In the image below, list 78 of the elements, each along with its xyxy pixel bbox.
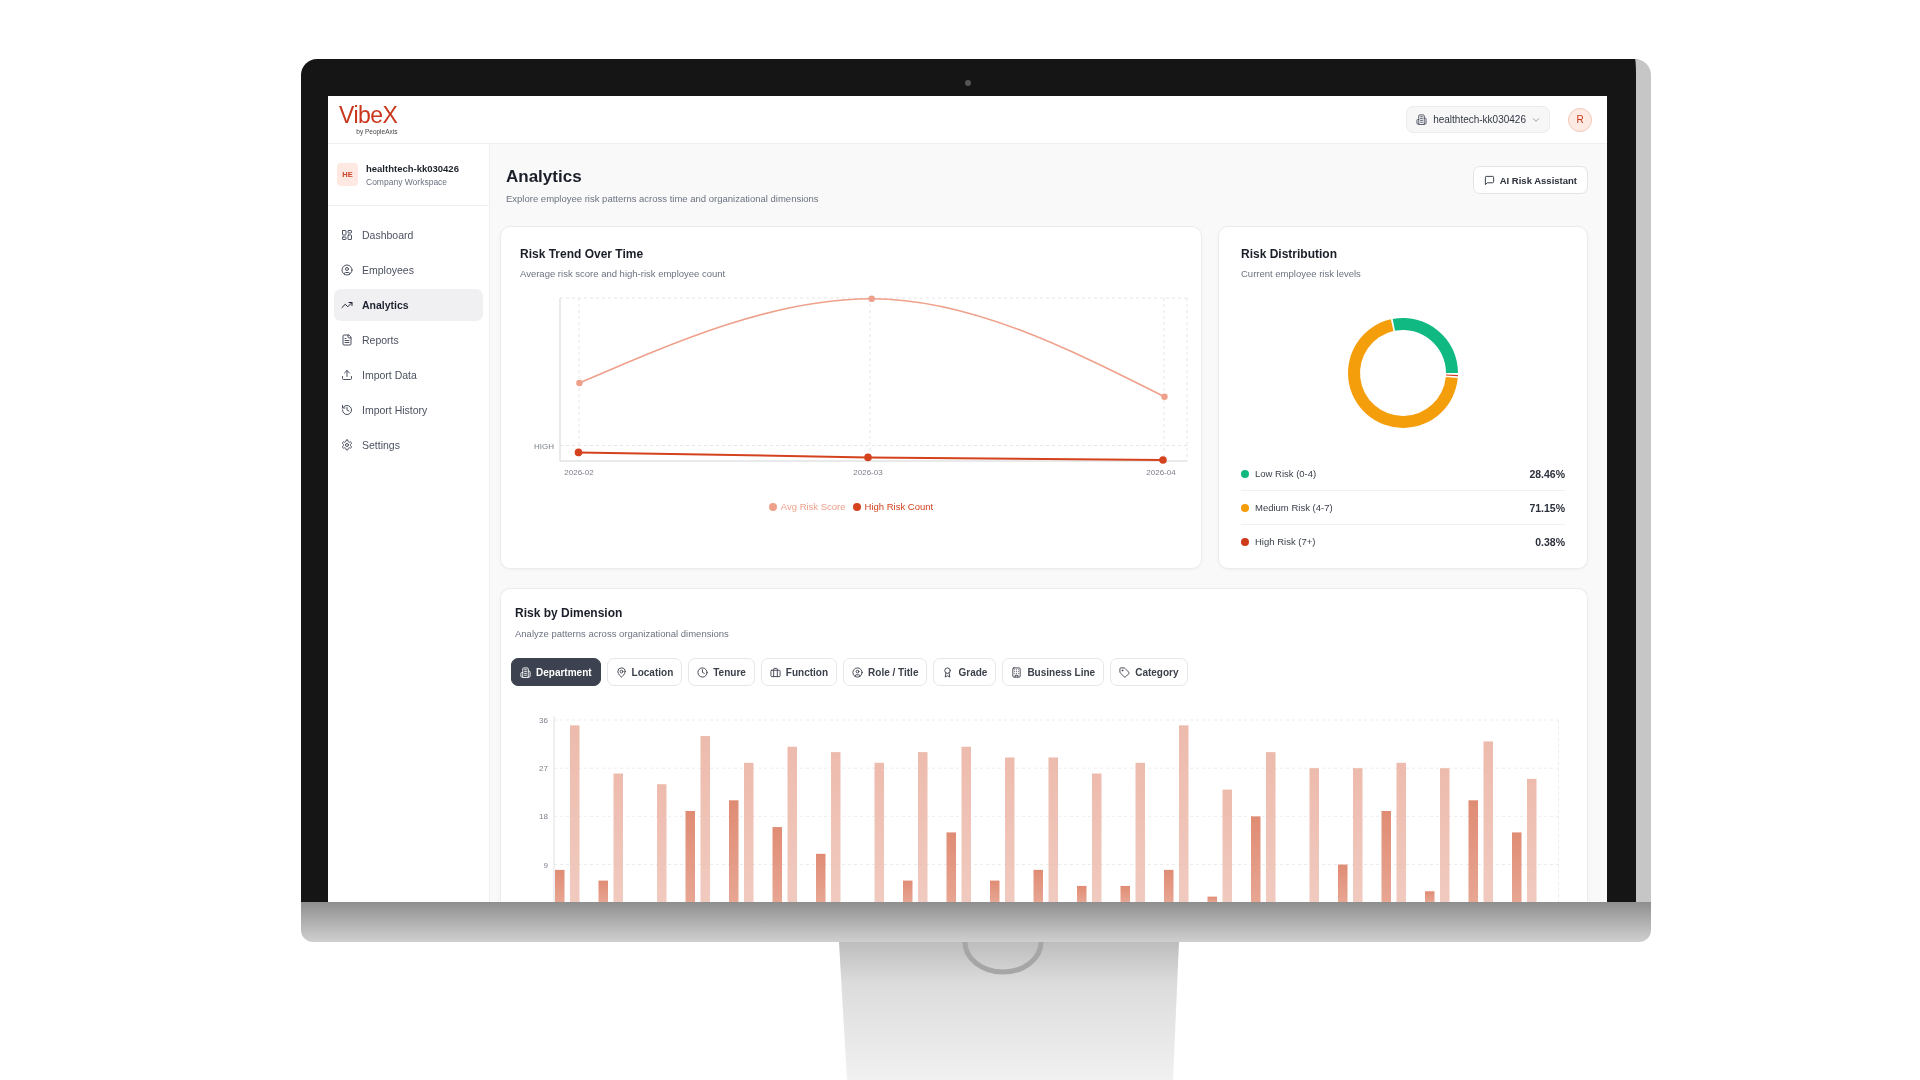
legend-label: Low Risk (0-4) [1255,468,1318,479]
chart-bar [555,869,565,902]
camera-icon [964,80,971,86]
chart-bar [1207,896,1217,902]
settings-icon [341,439,353,451]
sidebar-item[interactable]: Analytics [334,289,483,321]
chart-bar [1425,891,1435,902]
legend-value: 28.46% [1529,467,1565,480]
card-title: Risk Trend Over Time [519,247,645,262]
building-icon [520,666,531,678]
tag-icon [1119,666,1131,678]
legend-value: 71.15% [1529,501,1565,514]
document-icon [341,334,353,346]
dimension-tab[interactable]: Role / Title [843,658,928,686]
axis-label: 18 [539,812,548,822]
map-pin-icon [615,666,627,678]
card-title: Risk by Dimension [514,606,624,621]
sidebar-item[interactable]: Settings [334,429,483,461]
card-subtitle: Current employee risk levels [1241,267,1362,280]
axis-label: 2026-02 [564,468,594,477]
chart-bar [1077,885,1087,902]
sidebar-item[interactable]: Dashboard [334,219,483,251]
user-circle-icon [852,666,864,678]
dimension-tab[interactable]: Category [1110,658,1188,686]
dimension-tab[interactable]: Function [760,658,838,686]
dimension-tab[interactable]: Location [606,658,683,686]
dimension-tab[interactable]: Tenure [688,658,755,686]
chart-bar [598,880,608,902]
chart-bar [816,853,826,902]
card-subtitle: Average risk score and high-risk employee count [519,267,727,280]
history-icon [341,404,353,416]
chart-bar [990,880,1000,902]
card-title: Risk Distribution [1241,247,1338,262]
legend-label: High Risk (7+) [1255,536,1317,547]
logo-wordmark: VibeX [339,103,398,127]
dimension-tab[interactable]: Grade [933,658,997,686]
user-circle-icon [341,264,353,276]
upload-icon [341,369,353,381]
dimension-tab[interactable]: Business Line [1002,658,1105,686]
ribbon-icon [942,666,954,678]
workspace-name: healthtech-kk030426 [366,162,459,174]
chart-bar [1164,869,1174,902]
axis-label: 2026-03 [853,468,883,477]
axis-label: 36 [539,716,548,725]
ai-assistant-button[interactable]: AI Risk Assistant [1472,166,1588,194]
chart-bar [1338,864,1348,902]
axis-label: HIGH [534,441,554,451]
clock-icon [697,666,709,678]
chat-bubble-icon [1483,174,1495,186]
axis-label: 9 [543,860,548,870]
chevron-down-icon [1532,115,1540,124]
sidebar-item[interactable]: Reports [334,324,483,356]
legend-label: Medium Risk (4-7) [1255,502,1334,513]
page-title: Analytics [506,166,583,188]
building-icon [1416,114,1428,125]
chart-bar [1512,832,1522,902]
dimension-tab[interactable]: Department [511,658,601,686]
sidebar-item[interactable]: Employees [334,254,483,286]
chart-bar [1120,885,1130,902]
briefcase-icon [769,666,781,678]
card-subtitle: Analyze patterns across organizational dimensions [514,627,730,640]
workspace-dropdown[interactable]: healthtech-kk030426 [1406,106,1550,133]
legend-label: High Risk Count [864,501,934,513]
legend-label: Avg Risk Score [780,501,846,513]
page-subtitle: Explore employee risk patterns across time and organizational dimensions [506,193,819,205]
axis-label: 27 [539,764,548,774]
axis-label: 2026-04 [1146,468,1176,477]
sidebar-item[interactable]: Import History [334,394,483,426]
chart-bar [1033,869,1043,902]
trend-up-icon [341,299,353,311]
chart-bar [946,832,956,902]
sidebar-item[interactable]: Import Data [334,359,483,391]
workspace-label: Company Workspace [366,176,449,187]
building-icon [1011,666,1023,678]
user-avatar[interactable]: R [1568,107,1592,132]
legend-value: 0.38% [1535,535,1565,548]
grid-icon [341,229,353,241]
chart-bar [903,880,913,902]
